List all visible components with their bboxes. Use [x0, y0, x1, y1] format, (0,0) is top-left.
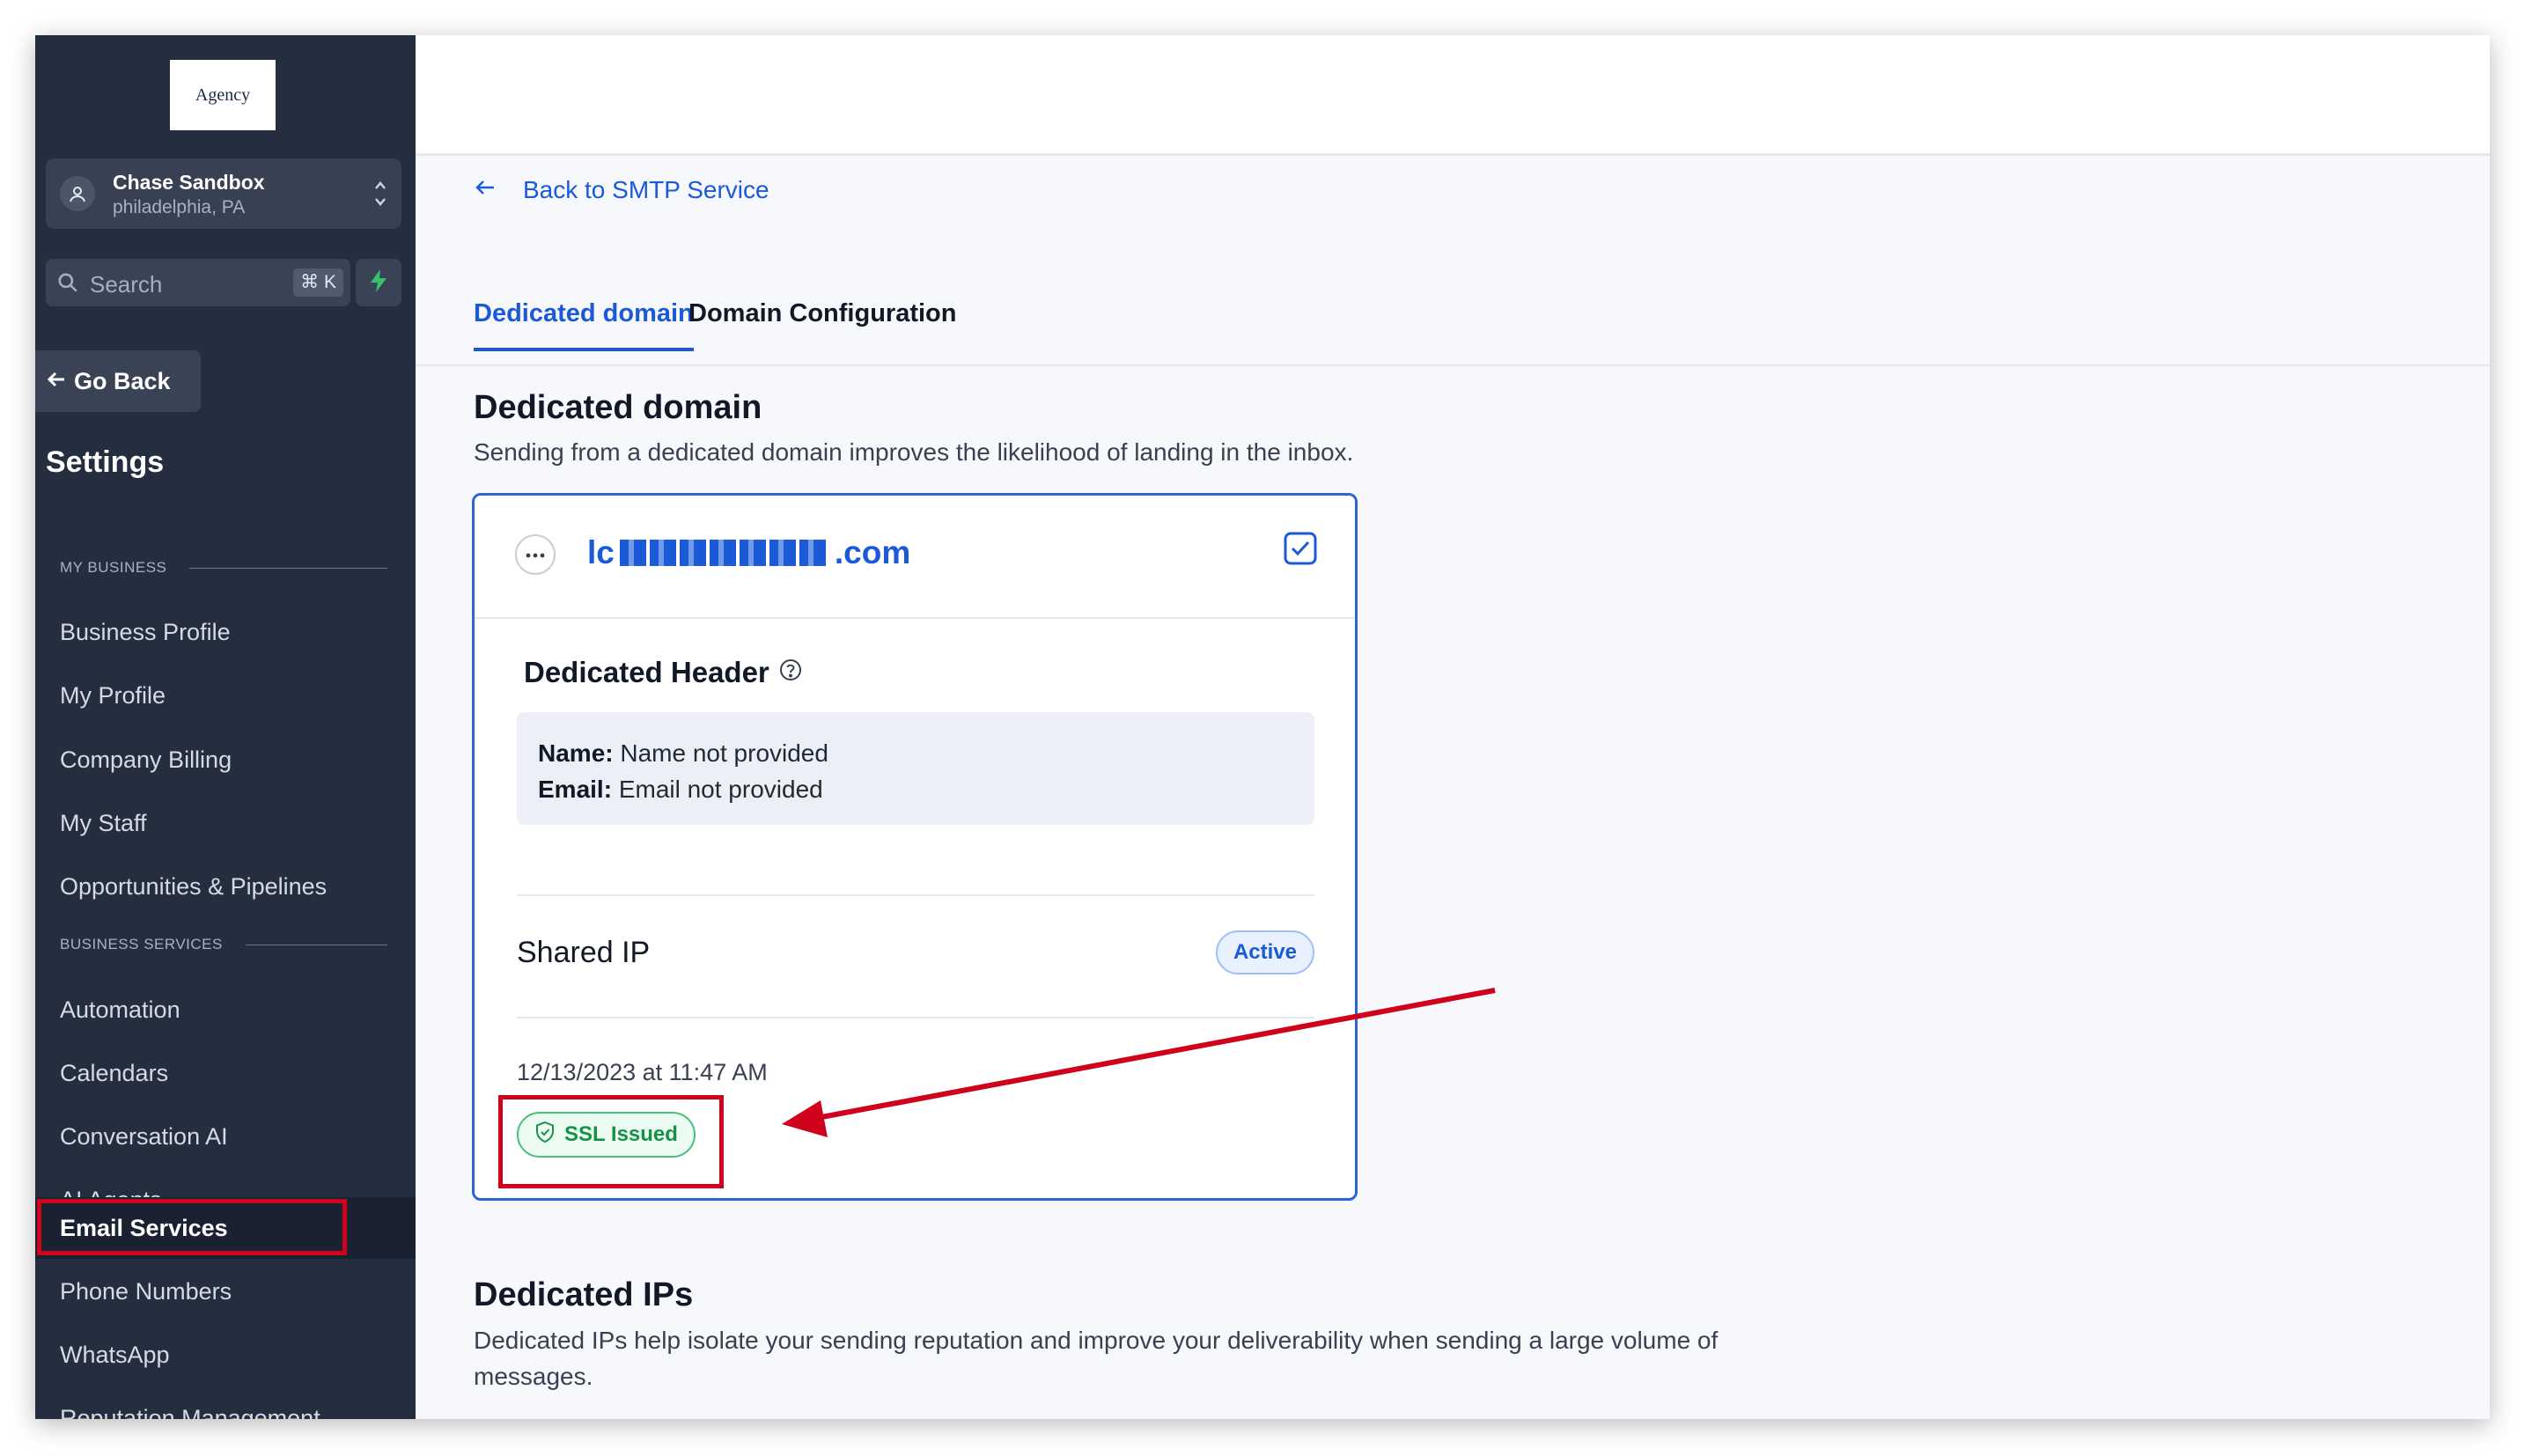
- app-window: Agency Chase Sandbox philadelphia, PA Se…: [35, 35, 2490, 1419]
- dedicated-ips-title: Dedicated IPs: [474, 1276, 694, 1313]
- annotation-arrow: [782, 988, 1496, 1137]
- dedicated-ips-description: Dedicated IPs help isolate your sending …: [474, 1327, 1719, 1390]
